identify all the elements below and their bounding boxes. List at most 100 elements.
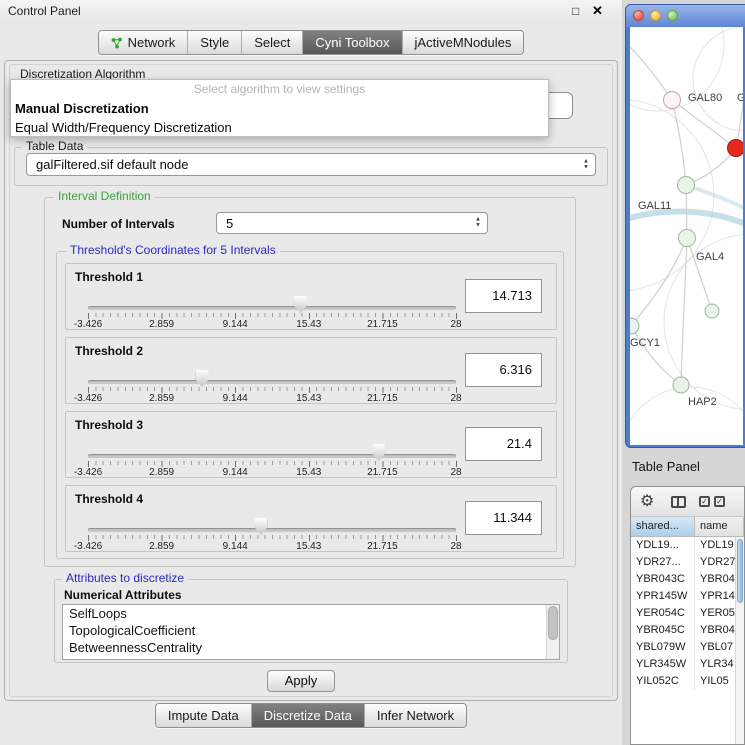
combo-stepper-icon[interactable]: ▲ ▼ <box>475 218 481 229</box>
table-scrollbar-thumb[interactable] <box>737 539 743 603</box>
node-label-gcy1[interactable]: GCY1 <box>630 337 660 349</box>
slider-track[interactable] <box>88 380 456 384</box>
slider-track[interactable] <box>88 454 456 458</box>
cell-shared-name: YDL19... <box>631 537 695 554</box>
table-panel-window: ⚙ ✓ ✓ shared... name YDL19...YDL19YDR27.… <box>630 486 745 745</box>
slider-thumb[interactable] <box>294 296 307 313</box>
checkbox-checked-icon[interactable]: ✓ <box>699 496 710 507</box>
slider-thumb[interactable] <box>372 444 385 461</box>
node-label-gal11[interactable]: GAL11 <box>638 200 671 212</box>
network-canvas[interactable]: GAL80 GAL11 GAL4 GCY1 HAP2 GA <box>630 27 743 445</box>
cell-shared-name: YBL079W <box>631 639 695 656</box>
float-window-icon[interactable]: □ <box>572 4 579 18</box>
tab-label: Cyni Toolbox <box>315 35 389 50</box>
close-traffic-light-icon[interactable] <box>633 10 644 21</box>
node-gcy1 <box>630 318 639 334</box>
threshold-panel-1: Threshold 1 -3.4262.8599.14415.4321.7152… <box>65 263 557 330</box>
threshold-label: Threshold 3 <box>75 418 143 432</box>
cell-shared-name: YBR043C <box>631 571 695 588</box>
cell-name: YPR14 <box>695 588 735 605</box>
node-unlabeled <box>705 304 719 318</box>
arrow-down-icon[interactable]: ▼ <box>583 165 589 170</box>
close-icon[interactable]: ✕ <box>592 3 603 19</box>
scale-label: 2.859 <box>149 467 174 478</box>
tab-network[interactable]: Network <box>99 31 189 54</box>
table-data-group-label: Table Data <box>22 140 87 153</box>
zoom-traffic-light-icon[interactable] <box>667 10 678 21</box>
tab-jactivemnodules[interactable]: jActiveMNodules <box>403 31 524 54</box>
slider-track[interactable] <box>88 528 456 532</box>
panel-title: Control Panel <box>8 4 81 18</box>
gear-icon[interactable]: ⚙ <box>640 491 654 511</box>
table-row[interactable]: YDL19...YDL19 <box>631 537 735 554</box>
minimize-traffic-light-icon[interactable] <box>650 10 661 21</box>
apply-button[interactable]: Apply <box>267 670 335 692</box>
list-item[interactable]: BetweennessCentrality <box>63 639 559 656</box>
tab-impute-data[interactable]: Impute Data <box>156 704 252 727</box>
tab-cyni-toolbox[interactable]: Cyni Toolbox <box>303 31 402 54</box>
slider-scale: -3.4262.8599.14415.4321.71528 <box>88 393 457 404</box>
tab-label: Select <box>254 35 290 50</box>
control-panel-titlebar[interactable]: Control Panel □ ✕ <box>0 0 622 24</box>
table-row[interactable]: YIL052CYIL05 <box>631 673 735 690</box>
slider-thumb[interactable] <box>196 370 209 387</box>
tab-label: Impute Data <box>168 708 239 723</box>
tab-label: Network <box>128 35 176 50</box>
network-window-titlebar[interactable] <box>626 5 745 27</box>
column-header-shared-name[interactable]: shared... <box>631 517 695 536</box>
table-row[interactable]: YER054CYER05 <box>631 605 735 622</box>
threshold-value-box[interactable]: 21.4 <box>465 427 542 461</box>
tab-style[interactable]: Style <box>188 31 242 54</box>
slider-scale: -3.4262.8599.14415.4321.71528 <box>88 541 457 552</box>
dropdown-option-equal-width-frequency[interactable]: Equal Width/Frequency Discretization <box>11 118 548 137</box>
table-row[interactable]: YLR345WYLR34 <box>631 656 735 673</box>
table-data-combobox[interactable]: galFiltered.sif default node ▲ ▼ <box>26 153 596 176</box>
arrow-down-icon[interactable]: ▼ <box>475 224 481 229</box>
numerical-attributes-list[interactable]: SelfLoopsTopologicalCoefficientBetweenne… <box>62 604 560 660</box>
slider-track[interactable] <box>88 306 456 310</box>
screen: Control Panel □ ✕ Network Style Select Cyni… <box>0 0 745 745</box>
top-tab-bar: Network Style Select Cyni Toolbox jActiveMNo… <box>98 30 525 55</box>
scale-label: 15.43 <box>296 467 321 478</box>
num-intervals-combobox[interactable]: 5 ▲ ▼ <box>216 212 488 234</box>
column-header-name[interactable]: name <box>695 517 744 536</box>
threshold-value-box[interactable]: 6.316 <box>465 353 542 387</box>
slider-thumb[interactable] <box>254 518 267 535</box>
combo-stepper-icon[interactable]: ▲ ▼ <box>583 159 589 170</box>
threshold-panel-3: Threshold 3 -3.4262.8599.14415.4321.7152… <box>65 411 557 478</box>
table-row[interactable]: YBR045CYBR04 <box>631 622 735 639</box>
list-scrollbar-thumb[interactable] <box>548 606 558 640</box>
tab-discretize-data[interactable]: Discretize Data <box>252 704 365 727</box>
threshold-label: Threshold 1 <box>75 270 143 284</box>
threshold-value-box[interactable]: 11.344 <box>465 501 542 535</box>
dropdown-option-manual-discretization[interactable]: Manual Discretization <box>11 99 548 118</box>
table-row[interactable]: YBR043CYBR04 <box>631 571 735 588</box>
slider-scale: -3.4262.8599.14415.4321.71528 <box>88 467 457 478</box>
threshold-panel-2: Threshold 2 -3.4262.8599.14415.4321.7152… <box>65 337 557 404</box>
tab-infer-network[interactable]: Infer Network <box>365 704 466 727</box>
checkbox-checked-icon[interactable]: ✓ <box>714 496 725 507</box>
node-label-gal80[interactable]: GAL80 <box>688 92 722 104</box>
threshold-label: Threshold 4 <box>75 492 143 506</box>
attributes-group-label: Attributes to discretize <box>62 572 188 585</box>
scale-label: 21.715 <box>367 319 398 330</box>
table-row[interactable]: YDR27...YDR27 <box>631 554 735 571</box>
threshold-value-box[interactable]: 14.713 <box>465 279 542 313</box>
list-item[interactable]: SelfLoops <box>63 605 559 622</box>
cell-shared-name: YLR345W <box>631 656 695 673</box>
list-item[interactable]: TopologicalCoefficient <box>63 622 559 639</box>
table-scrollbar[interactable] <box>735 537 744 744</box>
node-label-ga[interactable]: GA <box>737 92 743 104</box>
scale-label: 28 <box>450 541 461 552</box>
table-row[interactable]: YBL079WYBL07 <box>631 639 735 656</box>
node-label-gal4[interactable]: GAL4 <box>696 251 724 263</box>
node-gal80 <box>664 92 681 109</box>
list-scrollbar[interactable] <box>546 605 559 659</box>
columns-icon[interactable] <box>671 496 686 508</box>
num-intervals-value: 5 <box>226 216 233 231</box>
top-tab-bar-wrap: Network Style Select Cyni Toolbox jActiveMNo… <box>0 30 622 55</box>
node-label-hap2[interactable]: HAP2 <box>688 396 717 408</box>
table-row[interactable]: YPR145WYPR14 <box>631 588 735 605</box>
tab-select[interactable]: Select <box>242 31 303 54</box>
tab-label: Discretize Data <box>264 708 352 723</box>
